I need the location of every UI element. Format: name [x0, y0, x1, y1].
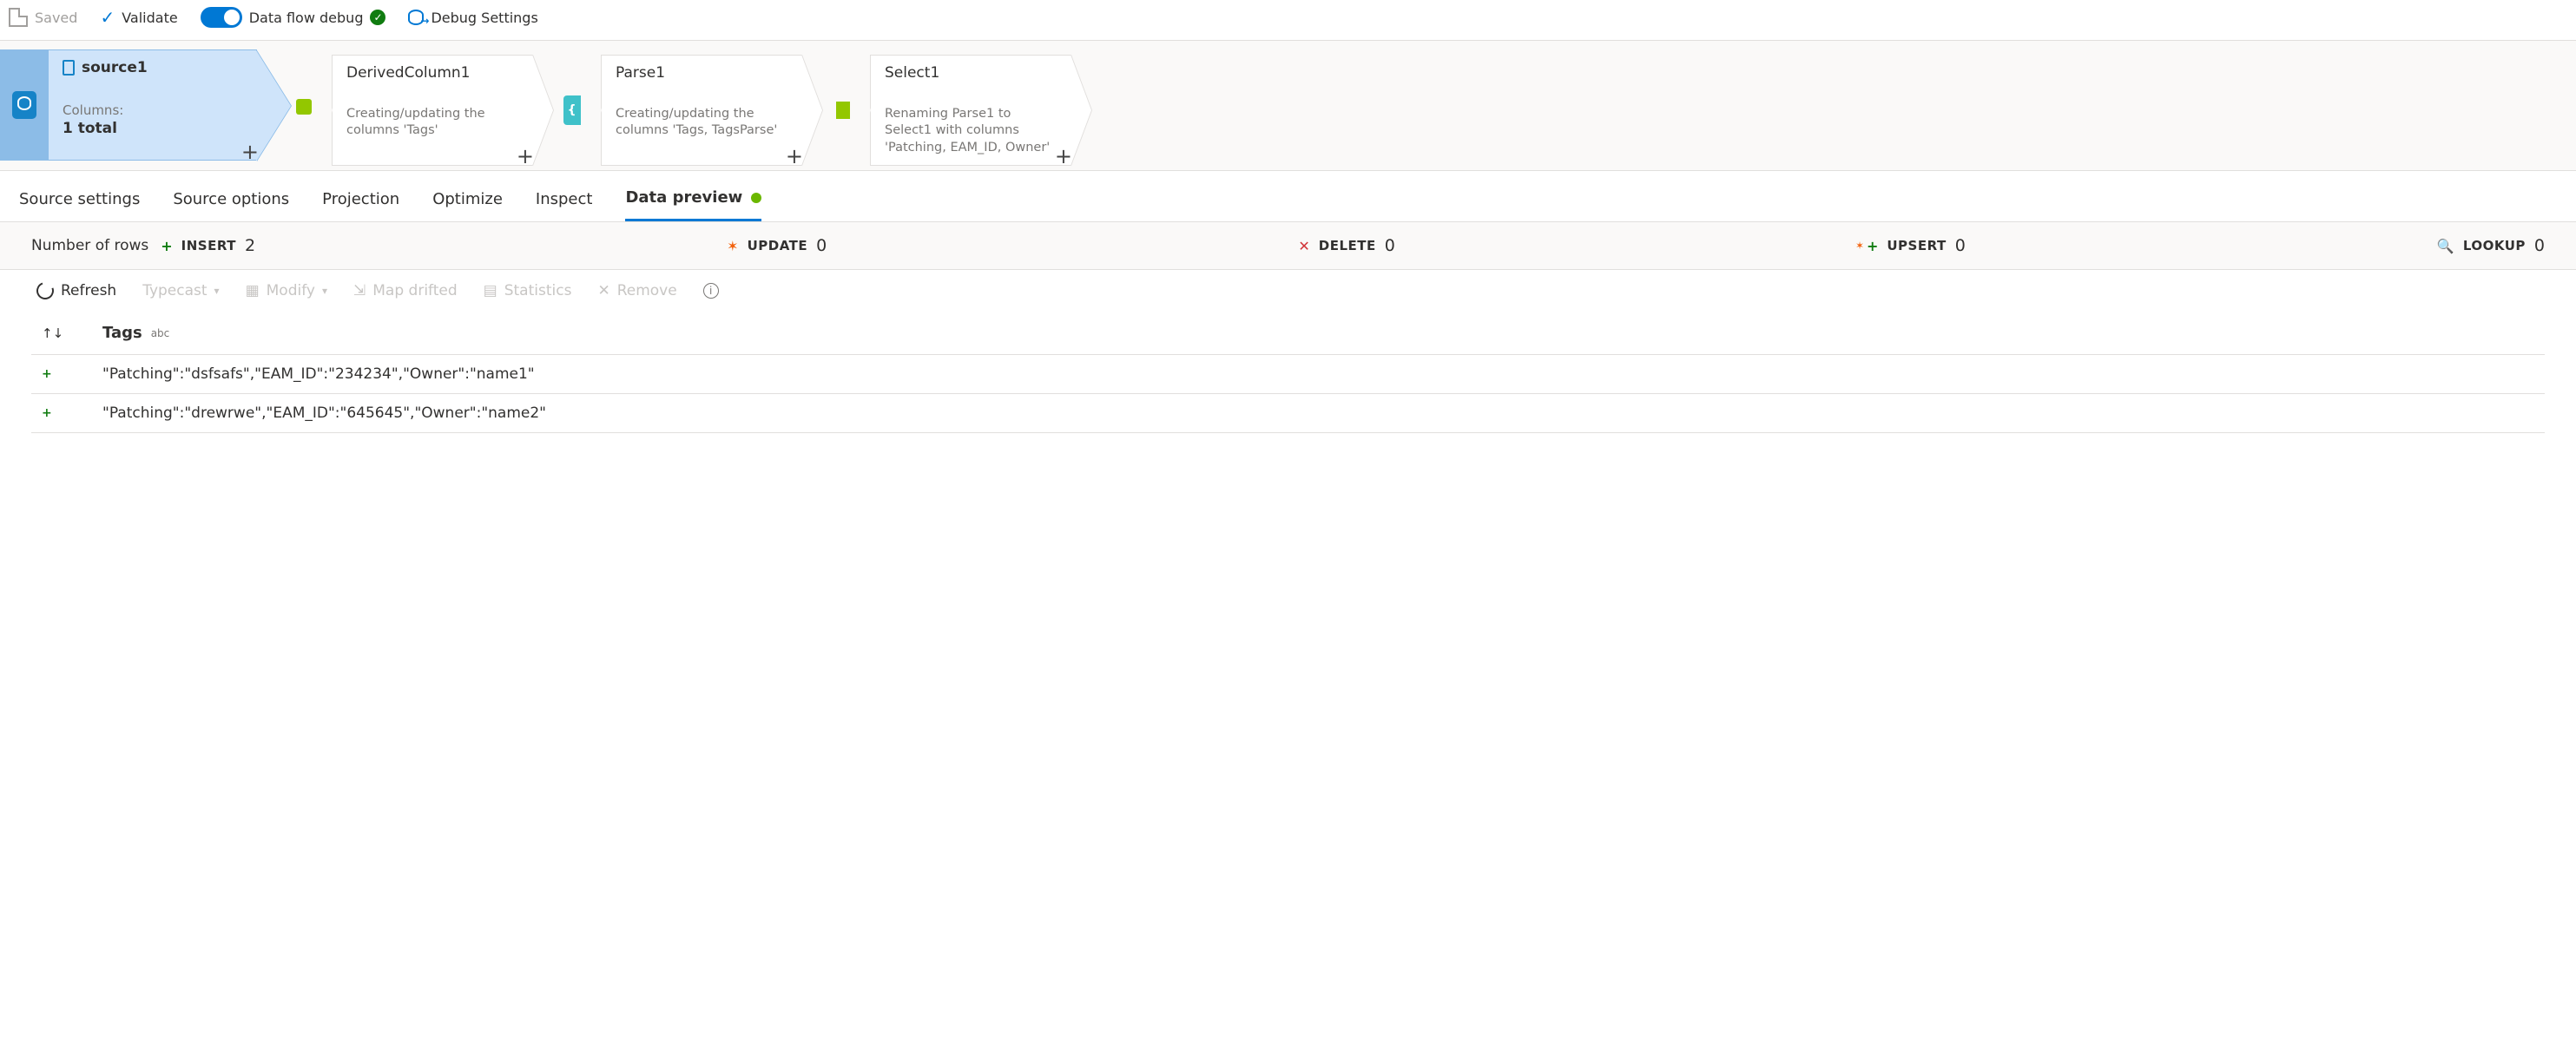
table-header-row: ↑↓ Tags abc	[31, 312, 2545, 355]
save-label: Saved	[35, 10, 77, 26]
step-description: Renaming Parse1 to Select1 with columns …	[885, 106, 1057, 157]
column-name[interactable]: Tags	[102, 324, 142, 342]
columns-total: 1 total	[63, 120, 242, 137]
sql-database-icon	[12, 91, 36, 119]
database-icon	[408, 10, 424, 25]
save-icon	[9, 8, 28, 27]
delete-icon: ✕	[1298, 238, 1309, 254]
remove-icon: ✕	[597, 282, 609, 299]
stat-insert: + INSERT 2	[161, 236, 255, 255]
tab-source-options[interactable]: Source options	[173, 188, 289, 221]
source-type-icon-wrap	[0, 49, 49, 161]
preview-actions: Refresh Typecast▾ ▦ Modify▾ ⇲ Map drifte…	[0, 270, 2576, 312]
add-step-icon[interactable]: +	[786, 144, 803, 168]
add-step-icon[interactable]: +	[241, 140, 259, 164]
debug-settings-label: Debug Settings	[431, 10, 537, 26]
step-title: DerivedColumn1	[346, 64, 518, 82]
flow-step-node[interactable]: DerivedColumn1 Creating/updating the colu…	[287, 49, 533, 170]
chevron-down-icon: ▾	[214, 285, 220, 297]
validate-button[interactable]: Validate	[100, 7, 177, 28]
statistics-icon: ▤	[484, 282, 497, 299]
chevron-down-icon: ▾	[322, 285, 327, 297]
modify-button[interactable]: ▦ Modify▾	[246, 282, 327, 299]
save-button[interactable]: Saved	[9, 8, 77, 27]
stat-update: ✶ UPDATE 0	[727, 236, 827, 255]
tab-optimize[interactable]: Optimize	[432, 188, 503, 221]
tab-projection[interactable]: Projection	[322, 188, 399, 221]
step-description: Creating/updating the columns 'Tags, Tag…	[616, 106, 787, 140]
top-toolbar: Saved Validate Data flow debug Debug Set…	[0, 0, 2576, 41]
tab-data-preview[interactable]: Data preview	[625, 188, 761, 221]
detail-tabs: Source settings Source options Projection O…	[0, 171, 2576, 222]
dataflow-debug-label: Data flow debug	[249, 10, 364, 26]
step-title: Parse1	[616, 64, 787, 82]
debug-settings-button[interactable]: Debug Settings	[408, 10, 537, 26]
remove-button[interactable]: ✕ Remove	[597, 282, 676, 299]
preview-table: ↑↓ Tags abc +"Patching":"dsfsafs","EAM_I…	[31, 312, 2545, 433]
stat-upsert: + UPSERT 0	[1867, 236, 1966, 255]
statistics-button[interactable]: ▤ Statistics	[484, 282, 572, 299]
flow-canvas[interactable]: source1 Columns: 1 total + DerivedColumn…	[0, 41, 2576, 171]
cell-tags: "Patching":"drewrwe","EAM_ID":"645645","…	[102, 404, 546, 422]
column-type: abc	[151, 327, 170, 339]
insert-row-icon: +	[42, 406, 102, 420]
sort-icon[interactable]: ↑↓	[42, 326, 102, 341]
columns-label: Columns:	[63, 102, 242, 118]
table-row[interactable]: +"Patching":"dsfsafs","EAM_ID":"234234",…	[31, 355, 2545, 394]
refresh-button[interactable]: Refresh	[36, 282, 116, 299]
validate-label: Validate	[122, 10, 177, 26]
toggle-on-icon	[201, 7, 242, 28]
dataset-file-icon	[63, 60, 75, 76]
upsert-icon: +	[1867, 238, 1878, 254]
insert-icon: +	[161, 238, 172, 254]
tab-inspect[interactable]: Inspect	[536, 188, 593, 221]
status-ok-icon	[370, 10, 385, 25]
tab-source-settings[interactable]: Source settings	[19, 188, 140, 221]
rows-label: Number of rows	[31, 237, 148, 254]
info-icon[interactable]: i	[703, 283, 719, 299]
insert-row-icon: +	[42, 367, 102, 381]
update-icon: ✶	[727, 238, 738, 254]
flow-source-node[interactable]: source1 Columns: 1 total +	[0, 49, 257, 161]
map-drifted-button[interactable]: ⇲ Map drifted	[353, 282, 458, 299]
cell-tags: "Patching":"dsfsafs","EAM_ID":"234234","…	[102, 365, 535, 383]
refresh-icon	[34, 279, 57, 303]
modify-icon: ▦	[246, 282, 260, 299]
add-step-icon[interactable]: +	[1055, 144, 1072, 168]
add-step-icon[interactable]: +	[517, 144, 534, 168]
map-drifted-icon: ⇲	[353, 282, 366, 299]
typecast-button[interactable]: Typecast▾	[142, 282, 219, 299]
status-dot-icon	[751, 193, 761, 203]
row-stats-bar: Number of rows + INSERT 2 ✶ UPDATE 0 ✕ D…	[0, 222, 2576, 270]
dataflow-debug-toggle[interactable]: Data flow debug	[201, 7, 386, 28]
lookup-icon: 🔍	[2437, 238, 2454, 254]
flow-step-node[interactable]: Select1 Renaming Parse1 to Select1 with c…	[825, 49, 1071, 170]
check-icon	[100, 7, 115, 28]
stat-lookup: 🔍 LOOKUP 0	[2437, 236, 2545, 255]
flow-step-node[interactable]: Parse1 Creating/updating the columns 'Tag…	[556, 49, 802, 170]
stat-delete: ✕ DELETE 0	[1298, 236, 1394, 255]
step-description: Creating/updating the columns 'Tags'	[346, 106, 518, 140]
table-row[interactable]: +"Patching":"drewrwe","EAM_ID":"645645",…	[31, 394, 2545, 433]
source-name: source1	[82, 59, 148, 76]
step-title: Select1	[885, 64, 1057, 82]
